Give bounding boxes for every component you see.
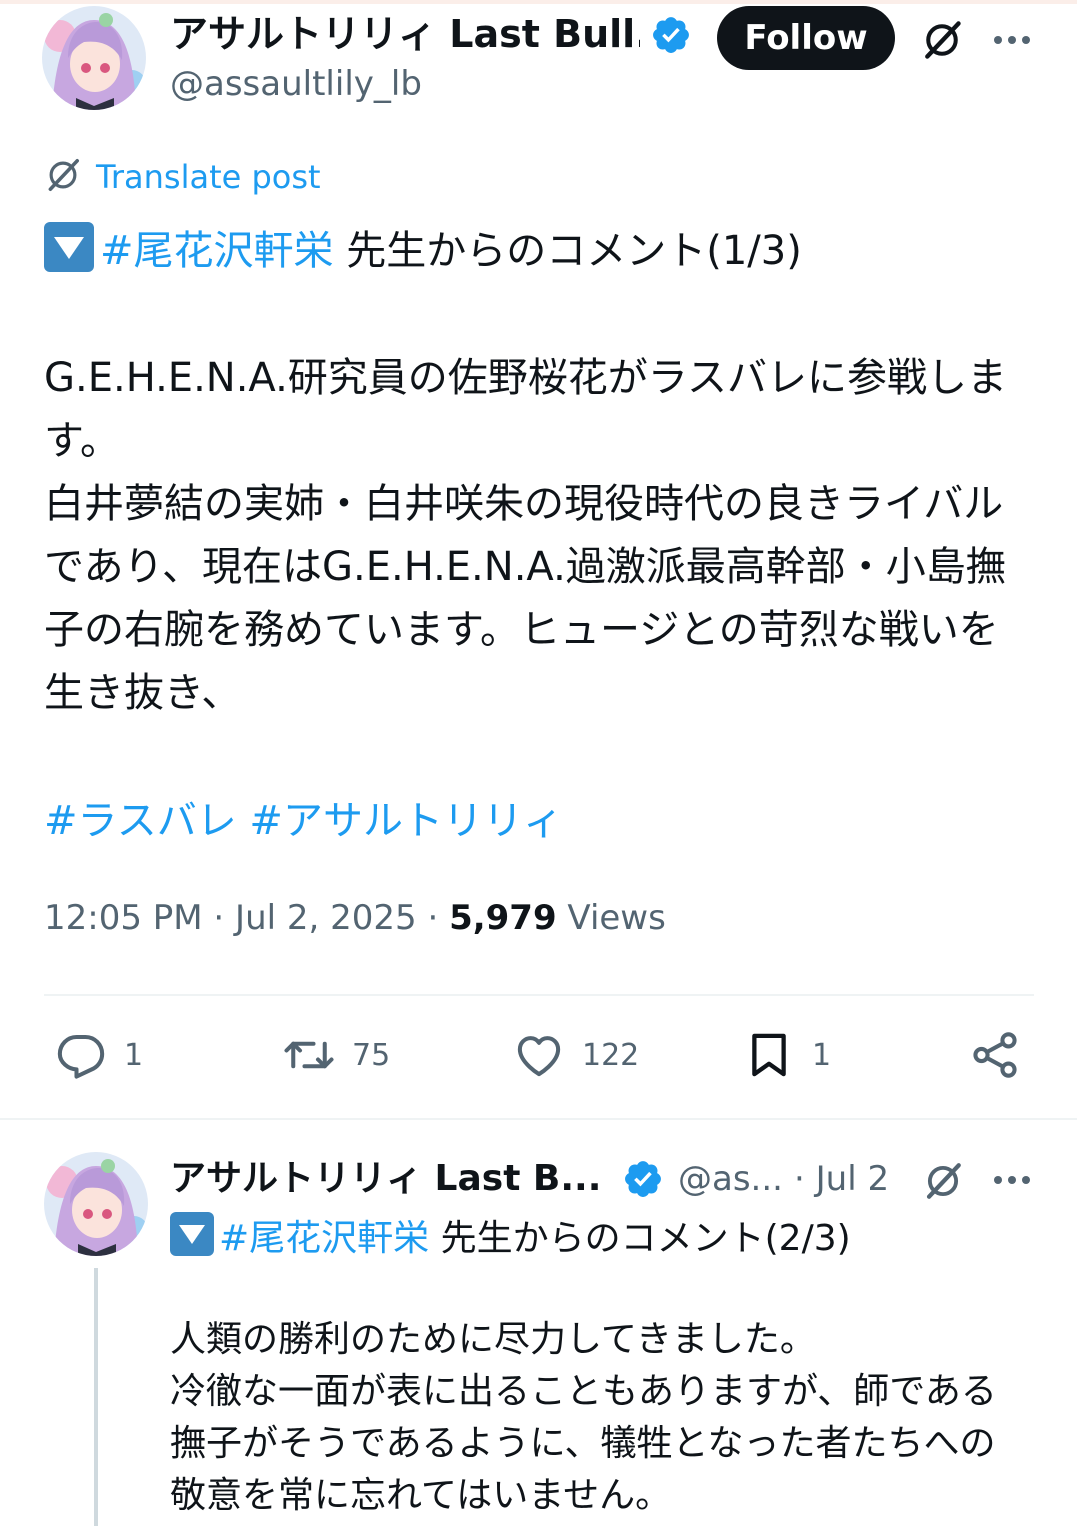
- reply-body: 人類の勝利のために尽力してきました。 冷徹な一面が表に出ることもありますが、師で…: [170, 1319, 997, 1516]
- repost-icon: [282, 1028, 336, 1082]
- grok-icon[interactable]: [916, 14, 968, 66]
- divider: [44, 994, 1034, 996]
- author-name[interactable]: アサルトリリィ Last Bull...: [170, 10, 640, 58]
- bookmark-icon: [742, 1028, 796, 1082]
- top-strip: [0, 0, 1077, 4]
- like-button[interactable]: 122: [512, 1028, 639, 1082]
- divider: [0, 1118, 1077, 1120]
- verified-badge-icon: [622, 1158, 664, 1204]
- views-label: Views: [556, 898, 666, 938]
- hashtag-link[interactable]: #尾花沢軒栄: [219, 1218, 429, 1259]
- views-count: 5,979: [449, 898, 557, 938]
- reply-count: 1: [124, 1037, 144, 1073]
- like-count: 122: [582, 1037, 640, 1073]
- title-rest: 先生からのコメント(2/3): [429, 1218, 851, 1259]
- more-icon[interactable]: [988, 1158, 1036, 1202]
- post-timestamp[interactable]: 12:05 PM · Jul 2, 2025 ·: [44, 898, 449, 938]
- thread-line: [94, 1268, 98, 1526]
- hashtag-link[interactable]: #尾花沢軒栄: [100, 228, 334, 274]
- translate-icon: [44, 156, 82, 198]
- author-handle[interactable]: @assaultlily_lb: [170, 62, 422, 106]
- verified-badge-icon: [650, 14, 692, 60]
- post-meta: 12:05 PM · Jul 2, 2025 · 5,979 Views: [44, 898, 666, 938]
- down-triangle-emoji: [170, 1212, 214, 1256]
- reply-avatar[interactable]: [44, 1152, 148, 1256]
- reply-button[interactable]: 1: [54, 1028, 143, 1082]
- repost-button[interactable]: 75: [282, 1028, 390, 1082]
- bookmark-button[interactable]: 1: [742, 1028, 831, 1082]
- reply-icon: [54, 1028, 108, 1082]
- avatar[interactable]: [42, 6, 146, 110]
- share-icon: [968, 1028, 1022, 1082]
- repost-count: 75: [352, 1037, 391, 1073]
- post-hashtags[interactable]: #ラスバレ #アサルトリリィ: [44, 790, 1034, 853]
- post-body: G.E.H.E.N.A.研究員の佐野桜花がラスバレに参戦します。 白井夢結の実姉…: [44, 355, 1007, 716]
- reply-title-line: #尾花沢軒栄 先生からのコメント(2/3): [170, 1212, 1030, 1265]
- follow-button[interactable]: Follow: [717, 6, 895, 70]
- title-rest: 先生からのコメント(1/3): [333, 228, 802, 274]
- bookmark-count: 1: [812, 1037, 832, 1073]
- more-icon[interactable]: [988, 16, 1036, 64]
- reply-author-name[interactable]: アサルトリリィ Last B...: [170, 1156, 610, 1202]
- reply-date[interactable]: · Jul 2: [794, 1156, 889, 1202]
- share-button[interactable]: [968, 1028, 1022, 1082]
- like-icon: [512, 1028, 566, 1082]
- post-title-line: #尾花沢軒栄 先生からのコメント(1/3): [44, 220, 1034, 283]
- reply-author-handle[interactable]: @as...: [678, 1156, 783, 1202]
- down-triangle-emoji: [44, 222, 94, 272]
- translate-label: Translate post: [96, 158, 321, 196]
- grok-icon[interactable]: [918, 1156, 968, 1206]
- translate-post-link[interactable]: Translate post: [44, 156, 321, 198]
